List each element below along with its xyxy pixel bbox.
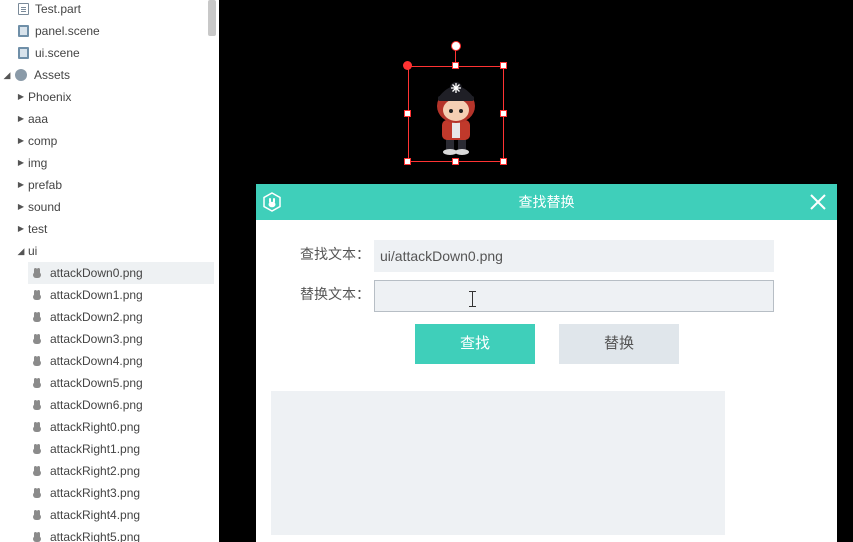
collapsed-arrow-icon[interactable]: ▶ <box>17 86 25 108</box>
tree-file-item[interactable]: attackDown5.png <box>0 372 214 394</box>
text-cursor-icon <box>469 291 476 307</box>
tree-item-label: attackRight4.png <box>50 508 141 522</box>
results-area <box>271 391 725 535</box>
tree-file-item[interactable]: attackDown4.png <box>0 350 214 372</box>
tree-item-label: aaa <box>28 112 49 126</box>
tree-item-label: prefab <box>28 178 63 192</box>
asset-tree-panel: Test.part panel.scene ui.scene ◢ Assets ▶ Phoe… <box>0 0 218 542</box>
tree-item-label: attackRight5.png <box>50 530 141 542</box>
tree-item-label: ui <box>28 244 38 258</box>
document-icon <box>18 3 29 15</box>
rabbit-icon <box>32 334 42 344</box>
tree-item-label: attackDown2.png <box>50 310 143 324</box>
tree-item-label: attackRight2.png <box>50 464 141 478</box>
scene-file-icon <box>18 25 29 37</box>
tree-file-item[interactable]: attackDown1.png <box>0 284 214 306</box>
dialog-header: 查找替换 <box>256 184 837 220</box>
tree-folder-item[interactable]: ▶ aaa <box>0 108 214 130</box>
replace-text-label: 替换文本： <box>300 286 370 302</box>
rabbit-icon <box>32 400 42 410</box>
tree-item-label: test <box>28 222 48 236</box>
tree-file-item[interactable]: attackRight3.png <box>0 482 214 504</box>
tree-file-item[interactable]: attackRight2.png <box>0 460 214 482</box>
close-icon[interactable] <box>809 193 827 211</box>
rabbit-icon <box>32 466 42 476</box>
tree-item[interactable]: Test.part <box>0 0 214 20</box>
tree-item-label: attackDown0.png <box>50 266 143 280</box>
tree-folder-item[interactable]: ▶ Phoenix <box>0 86 214 108</box>
collapsed-arrow-icon[interactable]: ▶ <box>17 152 25 174</box>
tree-item-label: attackDown6.png <box>50 398 143 412</box>
replace-button[interactable]: 替换 <box>559 324 679 364</box>
tree-item[interactable]: ◢ Assets <box>0 64 214 86</box>
find-text-label: 查找文本： <box>300 246 370 262</box>
tree-file-item[interactable]: attackDown0.png <box>28 262 214 284</box>
tree-item-label: sound <box>28 200 61 214</box>
resize-handle-bottom-right[interactable] <box>500 158 507 165</box>
tree-item-label: img <box>28 156 48 170</box>
tree-item-label: attackRight3.png <box>50 486 141 500</box>
replace-text-input[interactable] <box>374 280 774 312</box>
tree-item-label: ui.scene <box>35 46 80 60</box>
rabbit-icon <box>32 444 42 454</box>
dialog-title: 查找替换 <box>518 194 575 210</box>
tree-folder-item[interactable]: ▶ test <box>0 218 214 240</box>
tree-folder-item[interactable]: ▶ img <box>0 152 214 174</box>
collapsed-arrow-icon[interactable]: ▶ <box>17 218 25 240</box>
rabbit-icon <box>32 422 42 432</box>
expanded-arrow-icon[interactable]: ◢ <box>3 64 11 86</box>
tree-item-label: attackDown1.png <box>50 288 143 302</box>
resize-handle-bottom[interactable] <box>452 158 459 165</box>
collapsed-arrow-icon[interactable]: ▶ <box>17 174 25 196</box>
find-replace-dialog: 查找替换 查找文本： ui/attackDown0.png 替换文本： 查找 替… <box>256 184 837 542</box>
tree-item-label: comp <box>28 134 58 148</box>
tree-item[interactable]: panel.scene <box>0 20 214 42</box>
tree-folder-item[interactable]: ◢ ui <box>0 240 214 262</box>
resize-handle-top[interactable] <box>452 62 459 69</box>
rabbit-icon <box>32 268 42 278</box>
tree-folder-item[interactable]: ▶ prefab <box>0 174 214 196</box>
find-text-input[interactable]: ui/attackDown0.png <box>374 240 774 272</box>
tree-file-item[interactable]: attackRight4.png <box>0 504 214 526</box>
collapsed-arrow-icon[interactable]: ▶ <box>17 196 25 218</box>
tree-item-label: Test.part <box>35 2 82 16</box>
collapsed-arrow-icon[interactable]: ▶ <box>17 108 25 130</box>
tree-folder-item[interactable]: ▶ comp <box>0 130 214 152</box>
resize-handle-top-right[interactable] <box>500 62 507 69</box>
resize-handle-right[interactable] <box>500 110 507 117</box>
tree-item-label: panel.scene <box>35 24 100 38</box>
rabbit-icon <box>32 312 42 322</box>
rabbit-icon <box>32 378 42 388</box>
rabbit-icon <box>32 488 42 498</box>
tree-item-label: attackDown4.png <box>50 354 143 368</box>
rabbit-icon <box>32 356 42 366</box>
collapsed-arrow-icon[interactable]: ▶ <box>17 130 25 152</box>
tree-file-item[interactable]: attackDown3.png <box>0 328 214 350</box>
resize-handle-left[interactable] <box>404 110 411 117</box>
tree-item[interactable]: ui.scene <box>0 42 214 64</box>
selection-box <box>408 66 504 162</box>
tree-file-item[interactable]: attackRight0.png <box>0 416 214 438</box>
tree-file-item[interactable]: attackRight5.png <box>0 526 214 542</box>
expanded-arrow-icon[interactable]: ◢ <box>17 240 25 262</box>
rabbit-icon <box>32 290 42 300</box>
tree-item-label: Assets <box>34 68 71 82</box>
tree-file-item[interactable]: attackDown2.png <box>0 306 214 328</box>
tree-item-label: Phoenix <box>28 90 72 104</box>
resize-handle-bottom-left[interactable] <box>404 158 411 165</box>
globe-icon <box>15 69 27 81</box>
rotation-handle[interactable] <box>451 41 461 51</box>
tree-folder-item[interactable]: ▶ sound <box>0 196 214 218</box>
rabbit-icon <box>32 510 42 520</box>
scene-file-icon <box>18 47 29 59</box>
search-button[interactable]: 查找 <box>415 324 535 364</box>
pivot-point[interactable] <box>403 61 412 70</box>
tree-item-label: attackRight1.png <box>50 442 141 456</box>
rabbit-icon <box>32 532 42 542</box>
tree-item-label: attackDown5.png <box>50 376 143 390</box>
tree-item-label: attackDown3.png <box>50 332 143 346</box>
tree-item-label: attackRight0.png <box>50 420 141 434</box>
tree-file-item[interactable]: attackRight1.png <box>0 438 214 460</box>
tree-file-item[interactable]: attackDown6.png <box>0 394 214 416</box>
